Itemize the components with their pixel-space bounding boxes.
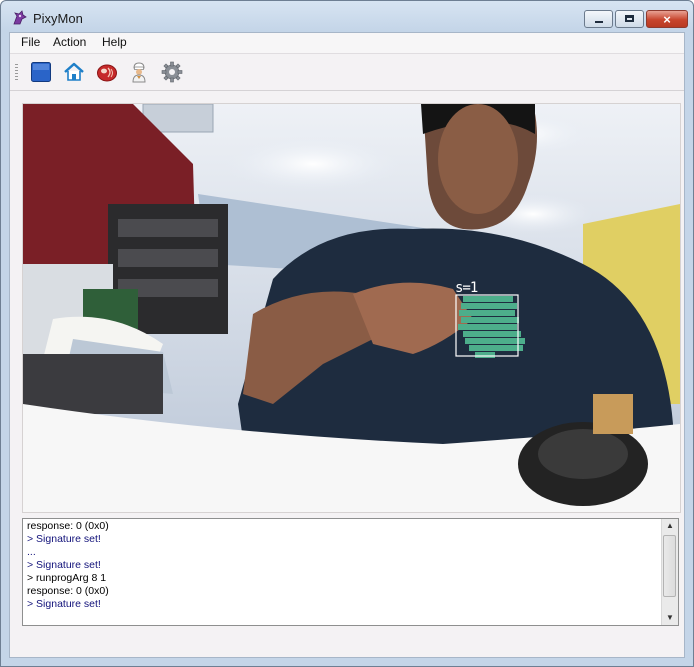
main-client-area: File Action Help s=1 response: 0 (0x0) >… — [9, 32, 685, 658]
toolbar — [10, 53, 684, 91]
window-title: PixyMon — [33, 11, 83, 26]
maximize-button[interactable] — [615, 10, 644, 28]
pixymon-window: PixyMon × File Action Help s=1 response:… — [0, 0, 694, 667]
block-pixel-row — [459, 310, 515, 316]
gear-icon — [161, 61, 183, 83]
scroll-thumb[interactable] — [663, 535, 676, 597]
console-line: response: 0 (0x0) — [27, 520, 109, 532]
minimize-icon — [595, 21, 603, 23]
menu-help[interactable]: Help — [102, 35, 127, 49]
console-line: > Signature set! — [27, 559, 101, 571]
block-pixel-row — [463, 331, 521, 337]
chef-icon — [132, 62, 146, 83]
console-line: response: 0 (0x0) — [27, 585, 109, 597]
title-bar[interactable]: PixyMon × — [1, 1, 693, 33]
scroll-up-arrow[interactable]: ▲ — [662, 519, 678, 533]
console-line: > runprogArg 8 1 — [27, 572, 107, 584]
detected-block[interactable] — [455, 294, 530, 359]
block-pixel-row — [461, 303, 517, 309]
block-pixel-row — [469, 345, 523, 351]
scroll-down-arrow[interactable]: ▼ — [662, 611, 678, 625]
block-pixel-row — [461, 317, 519, 323]
block-pixel-row — [458, 324, 517, 330]
meat-button[interactable] — [94, 60, 120, 84]
close-icon: × — [663, 12, 671, 27]
camera-frame-image — [23, 104, 680, 512]
home-button[interactable] — [61, 60, 87, 84]
console-line: > Signature set! — [27, 598, 101, 610]
console-lines: response: 0 (0x0) > Signature set!... > Si… — [27, 520, 660, 611]
toolbar-grip[interactable] — [15, 64, 18, 80]
block-pixel-row — [463, 296, 513, 302]
configure-button[interactable] — [159, 60, 185, 84]
block-pixel-row — [465, 338, 525, 344]
menu-bar: File Action Help — [10, 33, 684, 53]
raw-video-button[interactable] — [28, 60, 54, 84]
console-line: > Signature set! — [27, 533, 101, 545]
console-output[interactable]: response: 0 (0x0) > Signature set!... > Si… — [22, 518, 679, 626]
raw-video-icon — [31, 62, 51, 82]
console-scrollbar[interactable]: ▲ ▼ — [661, 519, 678, 625]
pixymon-app-icon — [13, 10, 27, 25]
menu-action[interactable]: Action — [53, 35, 86, 49]
chef-button[interactable] — [126, 60, 152, 84]
meat-icon — [97, 64, 117, 82]
maximize-icon — [625, 15, 634, 22]
close-button[interactable]: × — [646, 10, 688, 28]
signature-label: s=1 — [455, 280, 478, 296]
block-pixel-row — [475, 352, 495, 358]
home-icon — [64, 62, 84, 81]
minimize-button[interactable] — [584, 10, 613, 28]
menu-file[interactable]: File — [21, 35, 40, 49]
video-view[interactable]: s=1 — [22, 103, 681, 513]
console-line: ... — [27, 546, 36, 558]
